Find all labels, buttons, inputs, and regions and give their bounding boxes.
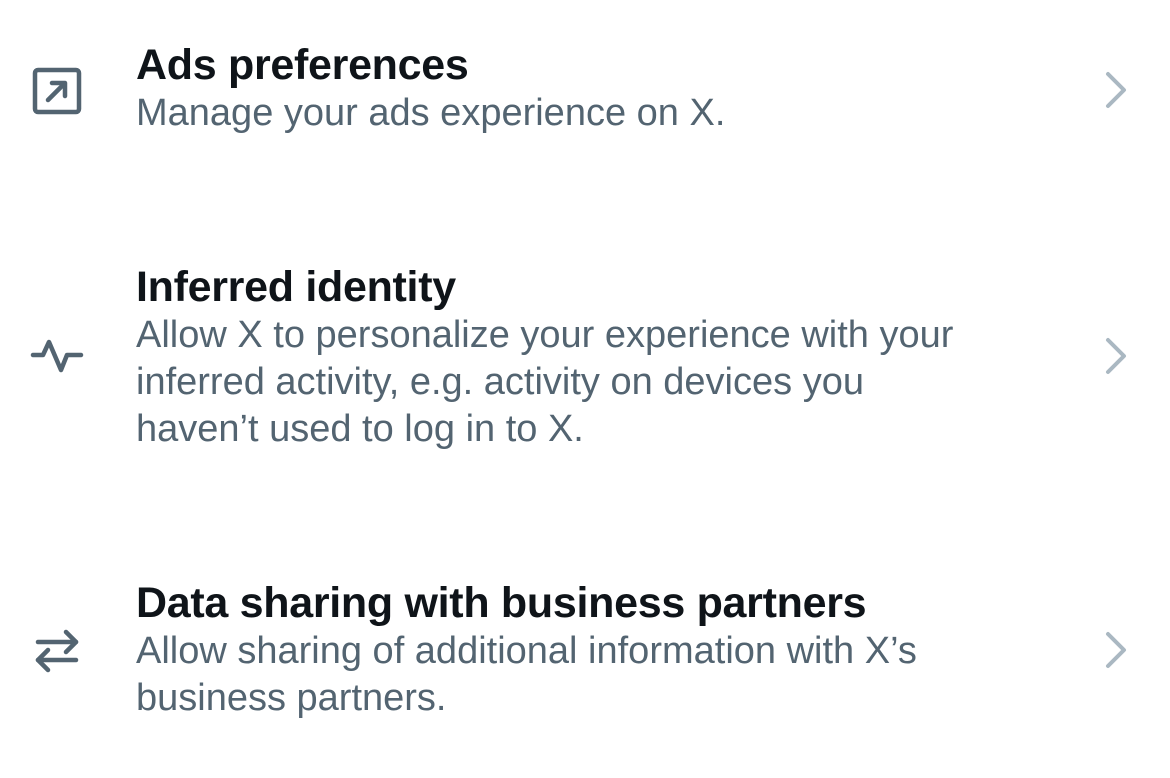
- settings-item-description: Allow X to personalize your experience w…: [136, 312, 1036, 453]
- description-line: haven’t used to log in to X.: [136, 408, 584, 450]
- settings-item-title: Inferred identity: [136, 263, 456, 311]
- settings-item-description: Allow sharing of additional information …: [136, 628, 1036, 722]
- settings-item-title: Ads preferences: [136, 41, 469, 89]
- swap-arrows-icon: [28, 622, 86, 680]
- chevron-right-icon: [1096, 332, 1136, 380]
- settings-item-description: Manage your ads experience on X.: [136, 92, 726, 134]
- description-line: inferred activity, e.g. activity on devi…: [136, 361, 864, 403]
- description-line: Allow sharing of additional information …: [136, 630, 917, 672]
- settings-item-title: Data sharing with business partners: [136, 579, 867, 627]
- description-line: business partners.: [136, 677, 447, 719]
- chevron-right-icon: [1096, 66, 1136, 114]
- activity-pulse-icon: [28, 326, 86, 384]
- description-line: Allow X to personalize your experience w…: [136, 314, 954, 356]
- chevron-right-icon: [1096, 626, 1136, 674]
- settings-list: Ads preferences Manage your ads experien…: [0, 0, 1170, 778]
- external-arrow-box-icon: [28, 62, 86, 120]
